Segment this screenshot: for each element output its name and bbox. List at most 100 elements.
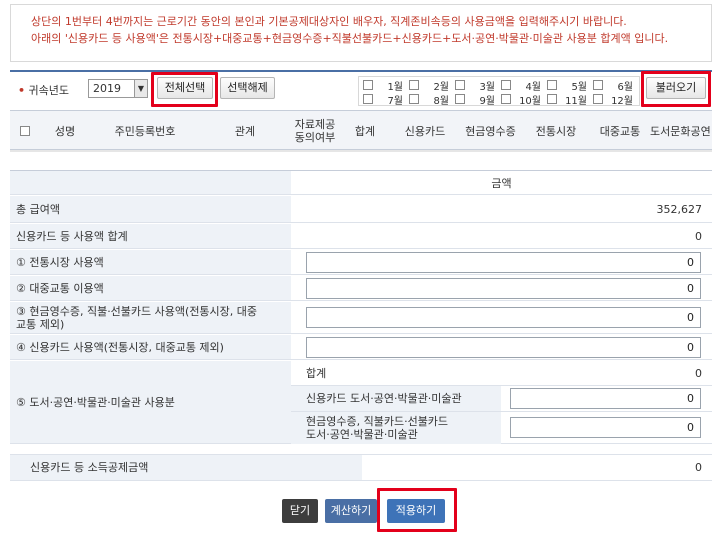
select-all-button[interactable]: 전체선택 bbox=[157, 77, 213, 99]
culture-sum-value: 0 bbox=[695, 366, 702, 380]
checkbox-icon[interactable] bbox=[20, 126, 30, 136]
col-name: 성명 bbox=[54, 124, 76, 138]
amounts-header-blank bbox=[10, 171, 291, 194]
month-label: 9월 bbox=[479, 95, 495, 107]
credit-card-label: ④ 신용카드 사용액(전통시장, 대중교통 제외) bbox=[10, 335, 291, 359]
total-salary-label: 총 급여액 bbox=[10, 196, 291, 222]
checkbox-icon[interactable] bbox=[455, 80, 465, 90]
culture-cash-label-line1: 현금영수증, 직불카드·선불카드 bbox=[306, 415, 449, 428]
load-button[interactable]: 불러오기 bbox=[646, 77, 706, 99]
cash-receipt-row: ③ 현금영수증, 직불·선불카드 사용액(전통시장, 대중 교통 제외) 0 bbox=[10, 302, 712, 334]
cash-receipt-input[interactable]: 0 bbox=[306, 307, 701, 328]
credit-card-row: ④ 신용카드 사용액(전통시장, 대중교통 제외) 0 bbox=[10, 335, 712, 360]
credit-card-input[interactable]: 0 bbox=[306, 337, 701, 358]
culture-label: ⑤ 도서·공연·박물관·미술관 사용분 bbox=[10, 361, 291, 443]
traditional-market-row: ① 전통시장 사용액 0 bbox=[10, 250, 712, 275]
notice-box: 상단의 1번부터 4번까지는 근로기간 동안의 본인과 기본공제대상자인 배우자… bbox=[10, 4, 712, 62]
notice-line-1: 상단의 1번부터 4번까지는 근로기간 동안의 본인과 기본공제대상자인 배우자… bbox=[31, 15, 627, 28]
month-checkbox-3[interactable]: 3월 bbox=[455, 78, 501, 93]
amounts-header-row: 금액 bbox=[10, 170, 712, 195]
cash-receipt-label: ③ 현금영수증, 직불·선불카드 사용액(전통시장, 대중 교통 제외) bbox=[10, 302, 291, 333]
month-label: 12월 bbox=[611, 95, 633, 107]
month-checkbox-12[interactable]: 12월 bbox=[593, 92, 639, 107]
year-label-text: 귀속년도 bbox=[28, 84, 70, 97]
checkbox-icon[interactable] bbox=[501, 94, 511, 104]
culture-cash-input[interactable]: 0 bbox=[510, 417, 701, 438]
month-checkbox-9[interactable]: 9월 bbox=[455, 92, 501, 107]
month-label: 6월 bbox=[617, 81, 633, 93]
culture-card-input[interactable]: 0 bbox=[510, 388, 701, 409]
cash-receipt-label-line1: ③ 현금영수증, 직불·선불카드 사용액(전통시장, 대중 bbox=[16, 304, 258, 318]
apply-button[interactable]: 적용하기 bbox=[387, 499, 445, 523]
deduction-label: 신용카드 등 소득공제금액 bbox=[10, 455, 362, 480]
checkbox-icon[interactable] bbox=[547, 80, 557, 90]
culture-row: ⑤ 도서·공연·박물관·미술관 사용분 합계 0 신용카드 도서·공연·박물관·… bbox=[10, 361, 712, 444]
month-label: 5월 bbox=[571, 81, 587, 93]
culture-cash-label-line2: 도서·공연·박물관·미술관 bbox=[306, 428, 418, 441]
col-culture: 도서문화공연 bbox=[650, 124, 711, 138]
culture-card-label: 신용카드 도서·공연·박물관·미술관 bbox=[306, 392, 462, 405]
month-checkbox-10[interactable]: 10월 bbox=[501, 92, 547, 107]
total-salary-row: 총 급여액 352,627 bbox=[10, 196, 712, 223]
checkbox-icon[interactable] bbox=[363, 80, 373, 90]
month-checkbox-2[interactable]: 2월 bbox=[409, 78, 455, 93]
col-traditional-market: 전통시장 bbox=[535, 124, 577, 138]
col-total: 합계 bbox=[354, 124, 376, 138]
card-total-row: 신용카드 등 사용액 합계 0 bbox=[10, 224, 712, 249]
checkbox-icon[interactable] bbox=[363, 94, 373, 104]
deduction-row: 신용카드 등 소득공제금액 0 bbox=[10, 454, 712, 481]
amount-column-header: 금액 bbox=[491, 176, 512, 190]
culture-cash-label: 현금영수증, 직불카드·선불카드 도서·공연·박물관·미술관 bbox=[300, 412, 448, 444]
month-checkbox-1[interactable]: 1월 bbox=[363, 78, 409, 93]
card-total-value: 0 bbox=[695, 229, 702, 243]
month-checkbox-11[interactable]: 11월 bbox=[547, 92, 593, 107]
required-mark: • bbox=[18, 84, 26, 97]
month-label: 4월 bbox=[525, 81, 541, 93]
cash-receipt-label-line2: 교통 제외) bbox=[16, 317, 65, 331]
checkbox-icon[interactable] bbox=[409, 80, 419, 90]
month-checkbox-7[interactable]: 7월 bbox=[363, 92, 409, 107]
notice-line-2: 아래의 '신용카드 등 사용액'은 전통시장+대중교통+현금영수증+직불선불카드… bbox=[31, 32, 669, 45]
year-select[interactable]: 2019 ▼ bbox=[88, 79, 148, 98]
month-label: 1월 bbox=[387, 81, 403, 93]
public-transit-label: ② 대중교통 이용액 bbox=[10, 276, 291, 300]
month-label: 11월 bbox=[565, 95, 587, 107]
card-total-label: 신용카드 등 사용액 합계 bbox=[10, 224, 291, 248]
col-relation: 관계 bbox=[234, 124, 256, 138]
total-salary-value: 352,627 bbox=[656, 202, 703, 216]
year-select-value: 2019 bbox=[93, 82, 121, 95]
checkbox-icon[interactable] bbox=[593, 80, 603, 90]
col-resident-number: 주민등록번호 bbox=[114, 124, 176, 138]
month-label: 8월 bbox=[433, 95, 449, 107]
year-label: • 귀속년도 bbox=[18, 82, 69, 98]
month-checkbox-8[interactable]: 8월 bbox=[409, 92, 455, 107]
public-transit-input[interactable]: 0 bbox=[306, 278, 701, 299]
traditional-market-input[interactable]: 0 bbox=[306, 252, 701, 273]
chevron-down-icon[interactable]: ▼ bbox=[134, 80, 147, 97]
deduction-value: 0 bbox=[695, 461, 702, 474]
month-checkbox-5[interactable]: 5월 bbox=[547, 78, 593, 93]
month-checkbox-4[interactable]: 4월 bbox=[501, 78, 547, 93]
checkbox-icon[interactable] bbox=[455, 94, 465, 104]
month-checkbox-6[interactable]: 6월 bbox=[593, 78, 639, 93]
grid-select-all-checkbox[interactable] bbox=[10, 111, 40, 151]
col-public-transit: 대중교통 bbox=[599, 124, 641, 138]
checkbox-icon[interactable] bbox=[547, 94, 557, 104]
month-label: 3월 bbox=[479, 81, 495, 93]
checkbox-icon[interactable] bbox=[501, 80, 511, 90]
close-button[interactable]: 닫기 bbox=[282, 499, 318, 523]
public-transit-row: ② 대중교통 이용액 0 bbox=[10, 276, 712, 301]
culture-sum-label: 합계 bbox=[306, 366, 327, 380]
filter-top-border bbox=[10, 70, 712, 72]
deselect-all-button[interactable]: 선택해제 bbox=[220, 77, 275, 99]
month-label: 10월 bbox=[519, 95, 541, 107]
calculate-button[interactable]: 계산하기 bbox=[325, 499, 377, 523]
checkbox-icon[interactable] bbox=[593, 94, 603, 104]
month-label: 2월 bbox=[433, 81, 449, 93]
dependents-grid-header: 성명 주민등록번호 관계 자료제공 동의여부 합계 신용카드 현금영수증 전통시… bbox=[10, 110, 712, 150]
checkbox-icon[interactable] bbox=[409, 94, 419, 104]
month-checkbox-group: 1월 2월 3월 4월 5월 6월 7월 8월 9월 10월 11월 12월 bbox=[358, 76, 640, 107]
col-cash-receipt: 현금영수증 bbox=[465, 124, 516, 138]
col-consent: 자료제공 동의여부 bbox=[294, 118, 336, 144]
dependents-grid-body bbox=[10, 150, 712, 152]
